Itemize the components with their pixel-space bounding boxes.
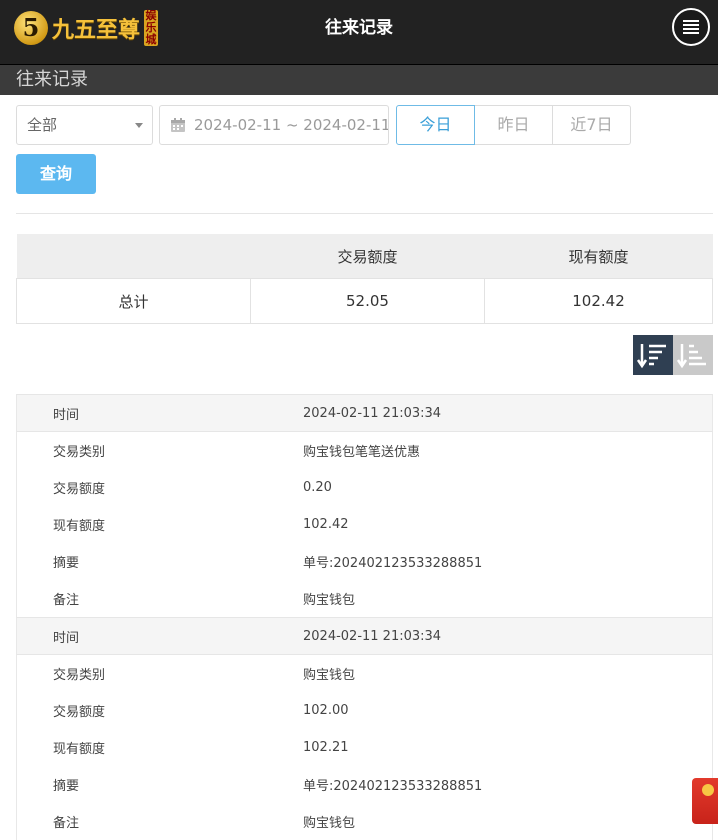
record-label: 备注 (53, 593, 80, 608)
record-value: 0.20 (303, 480, 332, 495)
record-row: 时间 2024-02-11 21:03:34 (16, 617, 713, 655)
summary-header-trade: 交易额度 (250, 234, 485, 279)
query-button[interactable]: 查询 (16, 154, 96, 194)
record-row: 摘要 单号:202402123533288851 (16, 766, 713, 803)
calendar-icon (171, 118, 185, 132)
record-value: 102.42 (303, 517, 349, 532)
coin-icon (702, 784, 714, 796)
sort-desc-button[interactable] (633, 335, 673, 375)
record-label: 交易类别 (53, 445, 106, 460)
record-label: 现有额度 (53, 519, 106, 534)
record-row: 现有额度 102.42 (16, 506, 713, 543)
record-label: 交易额度 (53, 482, 106, 497)
quick-range-today[interactable]: 今日 (396, 105, 475, 145)
record-label: 摘要 (53, 556, 80, 571)
record-label: 现有额度 (53, 742, 106, 757)
record-value: 102.21 (303, 740, 349, 755)
record-value: 单号:202402123533288851 (303, 556, 483, 571)
records-list: 时间 2024-02-11 21:03:34 交易类别 购宝钱包笔笔送优惠 交易… (16, 394, 713, 840)
record-label: 时间 (53, 630, 80, 646)
section-title: 往来记录 (0, 65, 718, 95)
record-value: 购宝钱包 (303, 668, 356, 683)
record-value: 购宝钱包笔笔送优惠 (303, 445, 421, 460)
record-label: 时间 (53, 407, 80, 423)
record-row: 交易类别 购宝钱包 (16, 655, 713, 692)
summary-table: 交易额度 现有额度 总计 52.05 102.42 (16, 234, 713, 324)
summary-total-row: 总计 52.05 102.42 (16, 278, 713, 324)
summary-total-trade: 52.05 (250, 278, 485, 324)
record-row: 摘要 单号:202402123533288851 (16, 543, 713, 580)
record-label: 交易类别 (53, 668, 106, 683)
record-value: 购宝钱包 (303, 816, 356, 831)
quick-range-group: 今日 昨日 近7日 (396, 105, 631, 145)
date-range-input[interactable]: 2024-02-11 ~ 2024-02-11 (159, 105, 389, 145)
summary-header-row: 交易额度 现有额度 (16, 234, 713, 279)
record-row: 交易额度 0.20 (16, 469, 713, 506)
record-row: 时间 2024-02-11 21:03:34 (16, 394, 713, 432)
menu-icon[interactable] (672, 8, 710, 46)
divider (16, 213, 713, 214)
summary-header-blank (16, 234, 251, 279)
record-label: 备注 (53, 816, 80, 831)
record-row: 现有额度 102.21 (16, 729, 713, 766)
record-row: 备注 购宝钱包 (16, 803, 713, 840)
record-label: 交易额度 (53, 705, 106, 720)
record-row: 交易额度 102.00 (16, 692, 713, 729)
type-select-value: 全部 (27, 116, 58, 134)
sort-desc-icon (636, 344, 666, 369)
record-value: 2024-02-11 21:03:34 (303, 628, 442, 644)
record-label: 摘要 (53, 779, 80, 794)
record-value: 单号:202402123533288851 (303, 779, 483, 794)
summary-total-current: 102.42 (484, 278, 713, 324)
record-value: 2024-02-11 21:03:34 (303, 405, 442, 421)
sort-asc-button[interactable] (673, 335, 713, 375)
summary-total-label: 总计 (16, 278, 251, 324)
record-row: 备注 购宝钱包 (16, 580, 713, 617)
record-value: 102.00 (303, 703, 349, 718)
type-select[interactable]: 全部 (16, 105, 153, 145)
caret-down-icon (135, 123, 143, 128)
top-bar: 5 九五至尊 娱 乐 城 往来记录 (0, 0, 718, 65)
summary-header-current: 现有额度 (484, 234, 713, 279)
quick-range-7days[interactable]: 近7日 (552, 105, 631, 145)
record-value: 购宝钱包 (303, 593, 356, 608)
sort-asc-icon (676, 344, 706, 369)
page-title: 往来记录 (325, 18, 393, 38)
date-range-value: 2024-02-11 ~ 2024-02-11 (194, 116, 389, 134)
record-row: 交易类别 购宝钱包笔笔送优惠 (16, 432, 713, 469)
red-packet-icon[interactable] (692, 778, 718, 824)
quick-range-yesterday[interactable]: 昨日 (474, 105, 553, 145)
